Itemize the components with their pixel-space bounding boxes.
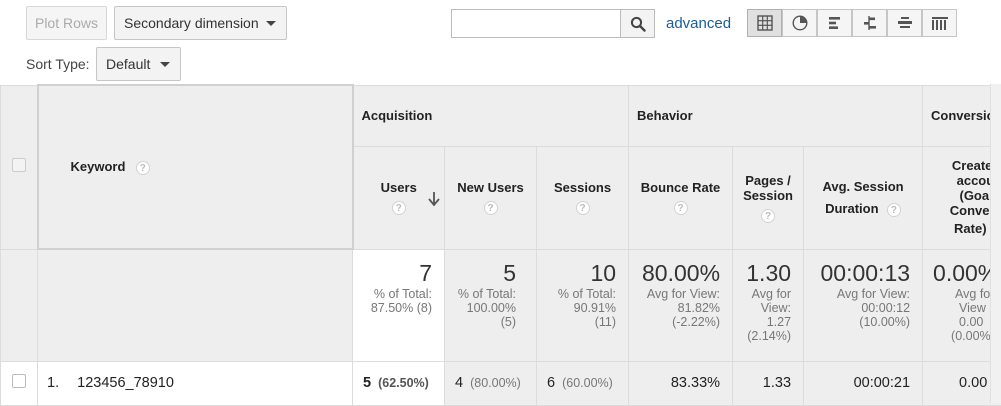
behavior-group-header: Behavior xyxy=(629,85,923,146)
avg-duration-cell: 00:00:21 xyxy=(804,361,923,405)
avg-duration-total: 00:00:13 xyxy=(804,260,910,287)
totals-checkbox-cell xyxy=(1,249,38,361)
sessions-header-label: Sessions xyxy=(537,180,628,195)
grid-icon xyxy=(757,15,773,31)
help-icon: ? xyxy=(761,209,775,223)
new-users-header-label: New Users xyxy=(445,180,536,195)
performance-view-button[interactable] xyxy=(817,9,852,37)
percentage-view-button[interactable] xyxy=(782,9,817,37)
sessions-total: 10 xyxy=(537,260,616,287)
users-total: 7 xyxy=(353,260,432,287)
search-input[interactable] xyxy=(451,9,621,38)
totals-label-cell xyxy=(38,249,353,361)
help-icon: ? xyxy=(136,161,150,175)
users-column-header[interactable]: Users ? xyxy=(353,146,445,249)
pivot-view-button[interactable] xyxy=(922,9,957,37)
avg-duration-total-cell: 00:00:13 Avg for View: 00:00:12 (10.00%) xyxy=(804,249,923,361)
sort-type-dropdown[interactable]: Default xyxy=(96,47,181,81)
help-icon: ? xyxy=(392,201,406,215)
pages-per-session-column-header[interactable]: Pages / Session ? xyxy=(733,146,804,249)
select-all-checkbox[interactable] xyxy=(12,158,26,172)
table-view-button[interactable] xyxy=(747,9,782,37)
bounce-rate-header-label: Bounce Rate xyxy=(629,180,732,195)
term-cloud-view-button[interactable] xyxy=(887,9,922,37)
new-users-total: 5 xyxy=(445,260,516,287)
chevron-down-icon xyxy=(266,21,276,26)
pages-total: 1.30 xyxy=(733,260,791,287)
search-icon xyxy=(630,16,646,32)
avg-session-duration-column-header[interactable]: Avg. Session Duration ? xyxy=(804,146,923,249)
row-checkbox-cell xyxy=(1,361,38,405)
search-button[interactable] xyxy=(620,9,655,38)
plot-rows-label: Plot Rows xyxy=(35,15,98,31)
dimension-header-cell[interactable]: Keyword ? xyxy=(38,85,353,249)
plot-rows-button[interactable]: Plot Rows xyxy=(26,6,107,40)
help-icon: ? xyxy=(484,201,498,215)
secondary-dimension-dropdown[interactable]: Secondary dimension xyxy=(114,6,287,40)
advanced-link[interactable]: advanced xyxy=(666,15,731,32)
new-users-cell: 4 (80.00%) xyxy=(445,361,537,405)
bounce-rate-column-header[interactable]: Bounce Rate ? xyxy=(629,146,733,249)
secondary-dimension-label: Secondary dimension xyxy=(124,15,259,31)
help-icon: ? xyxy=(674,201,688,215)
sessions-column-header[interactable]: Sessions ? xyxy=(537,146,629,249)
dimension-header: Keyword xyxy=(71,159,126,174)
sort-type-label: Sort Type: xyxy=(26,56,90,72)
bounce-rate-total: 80.00% xyxy=(629,260,720,287)
pages-total-cell: 1.30 Avg for View: 1.27 (2.14%) xyxy=(733,249,804,361)
new-users-total-cell: 5 % of Total: 100.00% (5) xyxy=(445,249,537,361)
help-icon: ? xyxy=(576,201,590,215)
vertical-scrollbar[interactable] xyxy=(990,84,1001,403)
row-index: 1. xyxy=(47,375,59,391)
keyword-cell: 1. 123456_78910 xyxy=(38,361,353,405)
sort-type-value: Default xyxy=(106,56,150,72)
pie-chart-icon xyxy=(792,15,808,31)
sessions-cell: 6 (60.00%) xyxy=(537,361,629,405)
pages-cell: 1.33 xyxy=(733,361,804,405)
comparison-icon xyxy=(862,15,878,31)
bar-chart-icon xyxy=(827,15,843,31)
bounce-rate-total-cell: 80.00% Avg for View: 81.82% (-2.22%) xyxy=(629,249,733,361)
users-cell: 5 (62.50%) xyxy=(353,361,445,405)
sessions-total-cell: 10 % of Total: 90.91% (11) xyxy=(537,249,629,361)
select-all-cell xyxy=(1,85,38,249)
row-checkbox[interactable] xyxy=(12,374,26,388)
acquisition-group-header: Acquisition xyxy=(353,85,629,146)
new-users-column-header[interactable]: New Users ? xyxy=(445,146,537,249)
pivot-icon xyxy=(931,15,949,31)
keyword-link[interactable]: 123456_78910 xyxy=(77,375,174,391)
comparison-view-button[interactable] xyxy=(852,9,887,37)
help-icon: ? xyxy=(887,203,901,217)
table-row: 1. 123456_78910 5 (62.50%) 4 (80.00%) 6 … xyxy=(1,361,1001,405)
term-cloud-icon xyxy=(897,15,913,31)
users-total-cell: 7 % of Total: 87.50% (8) xyxy=(353,249,445,361)
bounce-rate-cell: 83.33% xyxy=(629,361,733,405)
chevron-down-icon xyxy=(160,62,170,67)
sort-descending-icon xyxy=(428,191,440,207)
report-table: Keyword ? Acquisition Behavior Conversio… xyxy=(0,84,1001,406)
